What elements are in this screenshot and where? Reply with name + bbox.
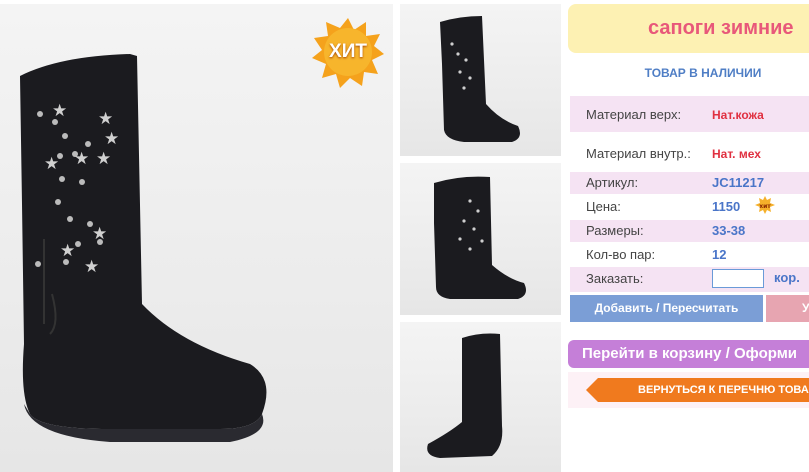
availability-status: ТОВАР В НАЛИЧИИ	[644, 66, 762, 80]
spec-row-order: Заказать: кор.	[570, 267, 809, 292]
thumbnail-3[interactable]	[400, 322, 561, 472]
spec-label: Материал внутр.:	[586, 146, 691, 161]
spec-row-price: Цена: 1150 хит	[570, 196, 809, 218]
spec-value: 12	[712, 247, 727, 262]
svg-text:★: ★	[98, 109, 113, 129]
spec-label: Кол-во пар:	[586, 247, 656, 262]
add-recalculate-button[interactable]: Добавить / Пересчитать	[570, 295, 763, 322]
spec-value: Нат. мех	[712, 147, 761, 161]
svg-text:★: ★	[60, 241, 75, 261]
svg-text:★: ★	[96, 149, 111, 169]
spec-row-sizes: Размеры: 33-38	[570, 220, 809, 242]
secondary-action-button[interactable]: У	[766, 295, 809, 322]
spec-label: Размеры:	[586, 223, 644, 238]
boot-thumb-image	[434, 176, 526, 299]
thumbnail-2[interactable]	[400, 163, 561, 315]
order-quantity-input[interactable]	[712, 269, 764, 288]
product-title: сапоги зимние	[568, 4, 809, 53]
back-to-list-button[interactable]: ВЕРНУТЬСЯ К ПЕРЕЧНЮ ТОВА	[586, 378, 809, 402]
order-label: Заказать:	[586, 271, 644, 286]
spec-row-article: Артикул: JC11217	[570, 172, 809, 194]
svg-text:★: ★	[84, 257, 99, 277]
mini-hit-label: хит	[759, 203, 771, 210]
boot-thumb-image	[440, 16, 520, 142]
spec-row-material-inner: Материал внутр.: Нат. мех	[570, 140, 809, 168]
go-to-cart-button[interactable]: Перейти в корзину / Оформи	[568, 340, 809, 368]
main-product-photo[interactable]: ★ ★ ★ ★ ★ ★ ★ ★ ★ ХИТ	[0, 4, 393, 472]
spec-label: Артикул:	[586, 175, 639, 190]
svg-text:★: ★	[74, 149, 89, 169]
mini-hit-badge: хит	[755, 196, 775, 214]
spec-value: Нат.кожа	[712, 108, 764, 122]
spec-row-pairs: Кол-во пар: 12	[570, 244, 809, 266]
svg-text:★: ★	[44, 154, 59, 174]
svg-text:★: ★	[104, 129, 119, 149]
spec-label: Цена:	[586, 199, 621, 214]
svg-text:★: ★	[52, 101, 67, 121]
spec-value: 33-38	[712, 223, 746, 238]
boot-thumb-image	[427, 333, 503, 458]
starburst-icon: хит	[755, 196, 775, 214]
spec-value: JC11217	[712, 175, 765, 190]
hit-badge: ХИТ	[312, 16, 384, 88]
back-row: ВЕРНУТЬСЯ К ПЕРЕЧНЮ ТОВА	[568, 372, 809, 408]
hit-label: ХИТ	[329, 41, 367, 62]
order-unit: кор.	[774, 270, 800, 285]
thumbnail-1[interactable]	[400, 4, 561, 156]
spec-row-material-top: Материал верх: Нат.кожа	[570, 96, 809, 132]
spec-value: 1150	[712, 199, 741, 214]
spec-label: Материал верх:	[586, 107, 682, 122]
svg-text:★: ★	[92, 224, 107, 244]
